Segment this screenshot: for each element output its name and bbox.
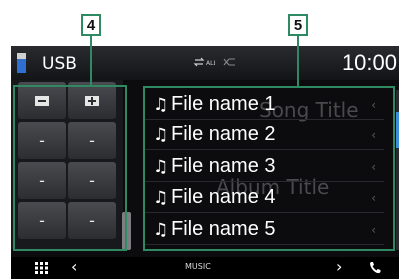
highlight-region-4 [13, 85, 127, 251]
phone-icon[interactable] [369, 261, 381, 274]
chevron-right-icon[interactable]: › [336, 257, 342, 276]
svg-text:ALL: ALL [206, 60, 215, 67]
callout-4-line [90, 36, 92, 85]
bottom-bar: ‹ MUSIC › [11, 257, 399, 279]
callout-5: 5 [288, 14, 308, 36]
source-label: USB [42, 54, 77, 74]
highlight-region-5 [143, 86, 395, 251]
shuffle-icon [223, 58, 235, 66]
repeat-all-icon: ALL [193, 57, 215, 67]
grid-icon[interactable] [35, 262, 48, 274]
callout-4: 4 [81, 14, 101, 36]
top-bar: USB ALL 10:00 [11, 46, 399, 80]
callout-5-line [297, 36, 299, 86]
clock: 10:00 [341, 50, 397, 75]
chevron-left-icon[interactable]: ‹ [71, 257, 77, 276]
usb-icon [17, 53, 26, 73]
bottom-label: MUSIC [185, 262, 211, 271]
